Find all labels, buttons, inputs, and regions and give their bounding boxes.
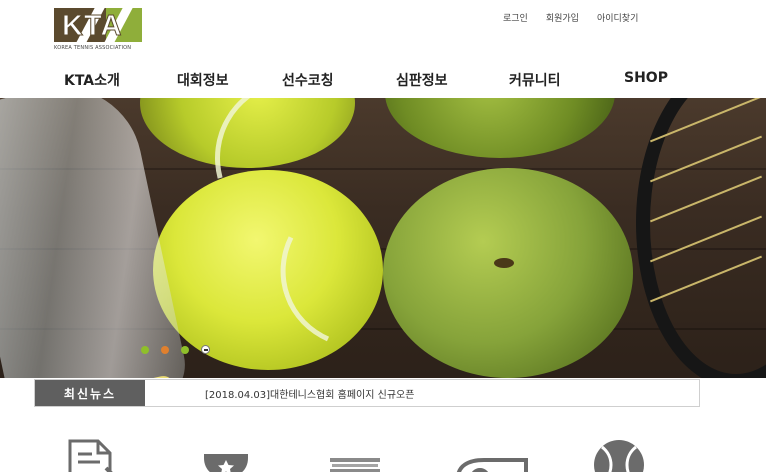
apple-top [385, 98, 615, 158]
slider-dot-2[interactable] [161, 345, 169, 354]
logo-text: KTA [61, 10, 123, 43]
nav-item-community[interactable]: 커뮤니티 [509, 70, 561, 90]
slider-dot-1[interactable] [141, 345, 149, 354]
top-links: 로그인 회원가입 아이디찾기 [503, 11, 638, 24]
document-icon[interactable] [66, 438, 126, 472]
main-navigation: KTA소개 대회정보 선수코칭 심판정보 커뮤니티 SHOP [0, 70, 766, 92]
find-id-link[interactable]: 아이디찾기 [597, 11, 638, 24]
nav-item-shop[interactable]: SHOP [624, 70, 668, 86]
login-link[interactable]: 로그인 [503, 11, 528, 24]
kta-logo[interactable]: KTA KOREA TENNIS ASSOCIATION [54, 8, 142, 54]
news-tag-label: 최신뉴스 [35, 380, 145, 406]
signup-link[interactable]: 회원가입 [546, 11, 579, 24]
logo-mark: KTA [54, 8, 142, 42]
nav-item-tournament[interactable]: 대회정보 [177, 70, 229, 90]
hero-slider [0, 98, 766, 378]
tennis-ball-icon[interactable] [592, 438, 646, 472]
whistle-icon[interactable] [454, 438, 530, 472]
news-headline-link[interactable]: [2018.04.03]대한테니스협회 홈페이지 신규오픈 [205, 386, 414, 401]
book-icon[interactable] [326, 438, 386, 472]
nav-item-coaching[interactable]: 선수코칭 [282, 70, 334, 90]
slider-pause-button[interactable] [201, 345, 210, 354]
slider-pagination [141, 345, 210, 354]
nav-item-kta-intro[interactable]: KTA소개 [64, 70, 120, 90]
news-ticker: 최신뉴스 [2018.04.03]대한테니스협회 홈페이지 신규오픈 [34, 379, 700, 407]
nav-item-referee[interactable]: 심판정보 [396, 70, 448, 90]
quick-menu [0, 438, 766, 472]
trophy-icon[interactable] [200, 438, 252, 472]
logo-subtitle: KOREA TENNIS ASSOCIATION [54, 45, 132, 51]
slider-dot-3[interactable] [181, 345, 189, 354]
apple-main [383, 168, 633, 378]
